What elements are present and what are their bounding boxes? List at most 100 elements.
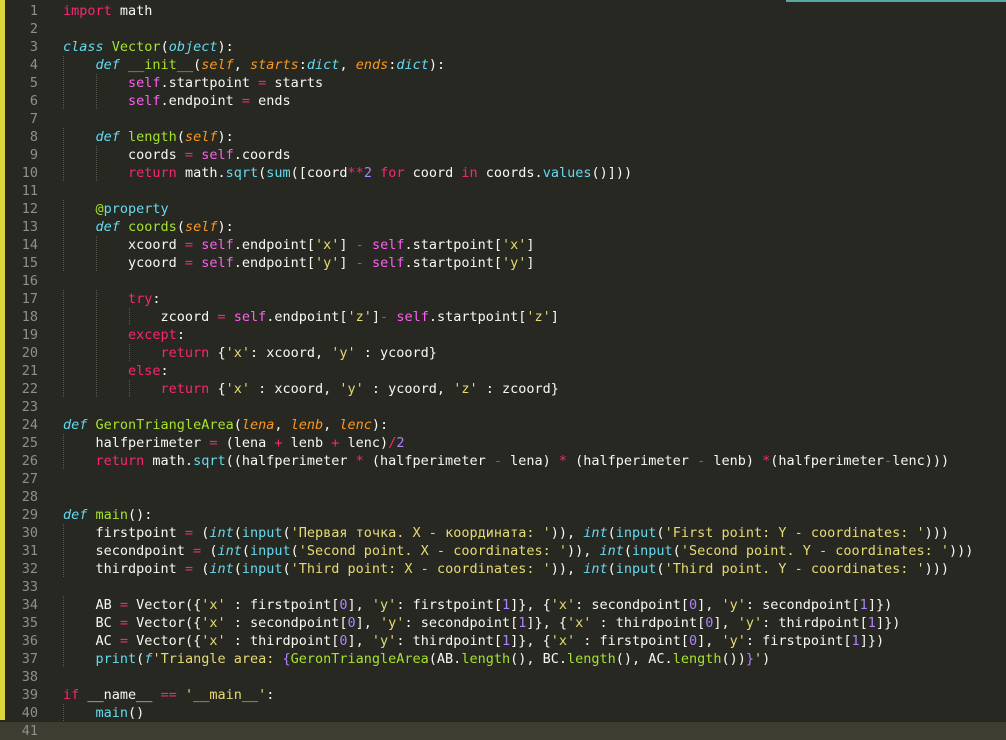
line-number: 18 (21, 309, 38, 325)
line-number: 5 (29, 75, 38, 91)
code-line[interactable]: 21 else: (0, 362, 1006, 380)
code-line[interactable]: 30 firstpoint = (int(input('Первая точка… (0, 524, 1006, 542)
code-line[interactable]: 19 except: (0, 326, 1006, 344)
line-number: 38 (21, 669, 38, 685)
code-line[interactable]: 5 self.startpoint = starts (0, 74, 1006, 92)
code-token: ): (217, 39, 234, 55)
code-line[interactable]: 3 class Vector(object): (0, 38, 1006, 56)
code-line[interactable]: 40 main() (0, 704, 1006, 722)
code-line[interactable]: 2 (0, 20, 1006, 38)
code-line[interactable]: 23 (0, 398, 1006, 416)
code-line[interactable]: 6 self.endpoint = ends (0, 92, 1006, 110)
code-text: def __init__(self, starts:dict, ends:dic… (63, 56, 446, 74)
code-token: coords (63, 147, 185, 163)
code-line[interactable]: 1 import math (0, 2, 1006, 20)
code-text: zcoord = self.endpoint['z']- self.startp… (63, 308, 559, 326)
code-token: try (128, 291, 153, 307)
line-number: 12 (21, 201, 38, 217)
code-line[interactable]: 32 thirdpoint = (int(input('Third point:… (0, 560, 1006, 578)
code-token: ( (290, 543, 299, 559)
line-number: 37 (21, 651, 38, 667)
code-token: ))) (924, 525, 950, 541)
code-text: try: (63, 290, 161, 308)
code-text: ycoord = self.endpoint['y'] - self.start… (63, 254, 535, 272)
code-line[interactable]: 22 return {'x' : xcoord, 'y' : ycoord, '… (0, 380, 1006, 398)
code-line[interactable]: 28 (0, 488, 1006, 506)
code-token: ): (428, 57, 446, 73)
code-token: dict (396, 57, 429, 73)
code-line[interactable]: 25 halfperimeter = (lena + lenb + lenc)/… (0, 434, 1006, 452)
code-line[interactable]: 15 ycoord = self.endpoint['y'] - self.st… (0, 254, 1006, 272)
code-token: for (380, 165, 405, 181)
code-line[interactable]: 7 (0, 110, 1006, 128)
code-token: 0 (688, 597, 698, 613)
code-line[interactable]: 41 (0, 722, 1006, 740)
code-token: Vector({ (128, 597, 202, 613)
code-text: xcoord = self.endpoint['x'] - self.start… (63, 236, 535, 254)
code-token: = (184, 255, 194, 271)
code-line[interactable]: 26 return math.sqrt((halfperimeter * (ha… (0, 452, 1006, 470)
code-line[interactable]: 14 xcoord = self.endpoint['x'] - self.st… (0, 236, 1006, 254)
code-line[interactable]: 9 coords = self.coords (0, 146, 1006, 164)
code-token: coords (128, 219, 177, 235)
code-line[interactable]: 35 BC = Vector({'x' : secondpoint[0], 'y… (0, 614, 1006, 632)
code-token: (): (128, 507, 153, 523)
code-line[interactable]: 16 (0, 272, 1006, 290)
code-editor[interactable]: 1 import math 2 3 class Vector(object): 4 def… (0, 0, 1006, 740)
code-token: .startpoint (160, 75, 259, 91)
code-token: secondpoint (63, 543, 194, 559)
code-line[interactable]: 17 try: (0, 290, 1006, 308)
code-token: == (160, 687, 177, 703)
code-token: (halfperimeter (770, 453, 885, 469)
code-token: length (128, 129, 177, 145)
code-token: starts (266, 75, 324, 91)
code-line[interactable]: 12 @property (0, 200, 1006, 218)
code-line[interactable]: 29 def main(): (0, 506, 1006, 524)
code-line[interactable]: 13 def coords(self): (0, 218, 1006, 236)
code-line[interactable]: 37 print(f'Triangle area: {GeronTriangle… (0, 650, 1006, 668)
code-token: (), AC. (615, 651, 673, 667)
line-number: 36 (21, 633, 38, 649)
code-token: : ycoord} (355, 345, 437, 361)
code-token: .startpoint[ (404, 237, 502, 253)
code-token: self (396, 309, 429, 325)
code-line[interactable]: 36 AC = Vector({'x' : thirdpoint[0], 'y'… (0, 632, 1006, 650)
code-token: 'y' (502, 255, 527, 271)
code-token: 'x' (567, 615, 592, 631)
code-token: ( (176, 219, 185, 235)
code-token: : firstpoint[ (745, 633, 852, 649)
code-line[interactable]: 8 def length(self): (0, 128, 1006, 146)
code-token: 'z' (526, 309, 551, 325)
code-line[interactable]: 39 if __name__ == '__main__': (0, 686, 1006, 704)
line-number: 41 (21, 723, 38, 739)
code-line[interactable]: 11 (0, 182, 1006, 200)
code-token: ([coord (290, 165, 348, 181)
line-number: 40 (21, 705, 38, 721)
code-line[interactable]: 4 def __init__(self, starts:dict, ends:d… (0, 56, 1006, 74)
code-line[interactable]: 38 (0, 668, 1006, 686)
code-line[interactable]: 33 (0, 578, 1006, 596)
code-token: ( (672, 543, 681, 559)
code-token: - (884, 453, 893, 469)
code-line[interactable]: 20 return {'x': xcoord, 'y' : ycoord} (0, 344, 1006, 362)
code-token: length (461, 651, 511, 667)
code-line[interactable]: 24 def GeronTriangleArea(lena, lenb, lenc… (0, 416, 1006, 434)
code-token: 'Первая точка. X - координата: ' (290, 525, 551, 541)
code-line[interactable]: 18 zcoord = self.endpoint['z']- self.sta… (0, 308, 1006, 326)
code-text: halfperimeter = (lena + lenb + lenc)/2 (63, 434, 405, 452)
code-line[interactable]: 31 secondpoint = (int(input('Second poin… (0, 542, 1006, 560)
code-token: print (95, 651, 137, 667)
code-line[interactable]: 34 AB = Vector({'x' : firstpoint[0], 'y'… (0, 596, 1006, 614)
code-token: self (201, 237, 234, 253)
code-token: = (258, 75, 267, 91)
code-token: ], (697, 633, 722, 649)
line-number: 33 (21, 579, 38, 595)
code-line[interactable]: 27 (0, 470, 1006, 488)
code-token: xcoord (63, 237, 185, 253)
code-text: secondpoint = (int(input('Second point. … (63, 542, 974, 560)
code-token: self (184, 129, 218, 145)
code-line[interactable]: 10 return math.sqrt(sum([coord**2 for co… (0, 164, 1006, 182)
code-token: def (95, 57, 120, 73)
